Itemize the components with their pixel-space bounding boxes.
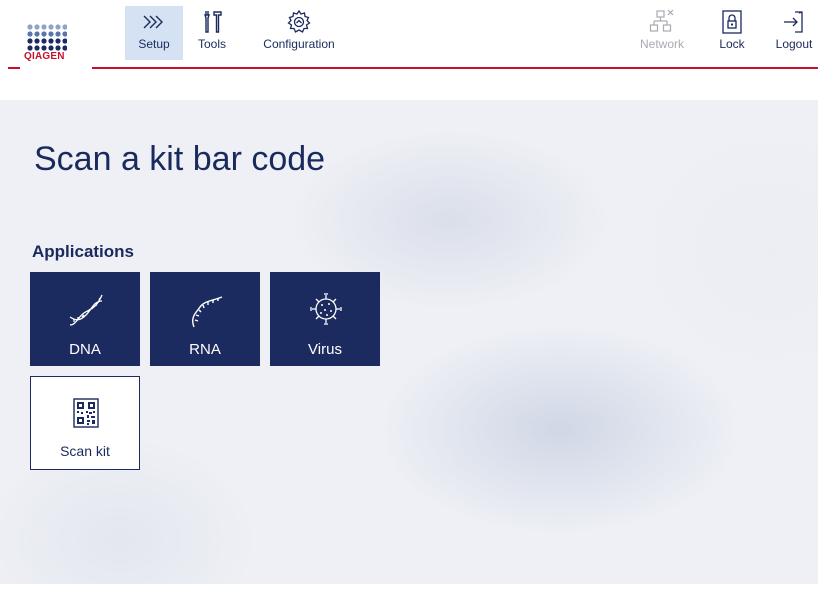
setup-label: Setup [138,37,170,51]
dna-application-tile[interactable]: DNA [30,272,140,366]
network-label: Network [639,37,684,51]
scan-kit-tile[interactable]: Scan kit [30,376,140,470]
tools-label: Tools [197,37,226,51]
network-disconnected-icon [649,9,674,32]
header-divider-right [92,67,818,69]
setup-chevrons-icon [143,15,163,29]
gear-icon [287,9,311,33]
logout-label: Logout [775,37,813,51]
virus-label: Virus [308,341,342,358]
lock-label: Lock [719,37,745,51]
virus-application-tile[interactable]: Virus [270,272,380,366]
dna-helix-icon [69,294,103,326]
rna-strand-icon [191,296,223,328]
rna-application-tile[interactable]: RNA [150,272,260,366]
app-window: QIAGEN Setup Tools Configuration Network… [0,0,818,605]
scan-kit-label: Scan kit [60,443,110,459]
dna-label: DNA [69,341,101,358]
network-button[interactable]: Network [632,6,692,60]
main-panel: Scan a kit bar code Applications DNA RNA… [0,100,818,584]
tools-icon [204,11,222,33]
lock-icon [722,10,742,34]
qr-code-icon [73,398,99,428]
qiagen-logo: QIAGEN [24,24,94,64]
applications-heading: Applications [32,242,135,261]
setup-button[interactable]: Setup [125,6,183,60]
logout-button[interactable]: Logout [770,6,818,60]
top-toolbar: QIAGEN Setup Tools Configuration Network… [0,0,818,70]
configuration-label: Configuration [263,37,335,51]
lock-button[interactable]: Lock [710,6,754,60]
page-title: Scan a kit bar code [34,140,326,178]
logo-text: QIAGEN [24,51,65,62]
virus-icon [310,293,342,325]
rna-label: RNA [189,341,221,358]
logo-dots-icon [27,24,67,51]
header-divider-left [8,67,20,69]
logout-icon [784,11,803,33]
tools-button[interactable]: Tools [193,6,231,60]
configuration-button[interactable]: Configuration [255,6,343,60]
